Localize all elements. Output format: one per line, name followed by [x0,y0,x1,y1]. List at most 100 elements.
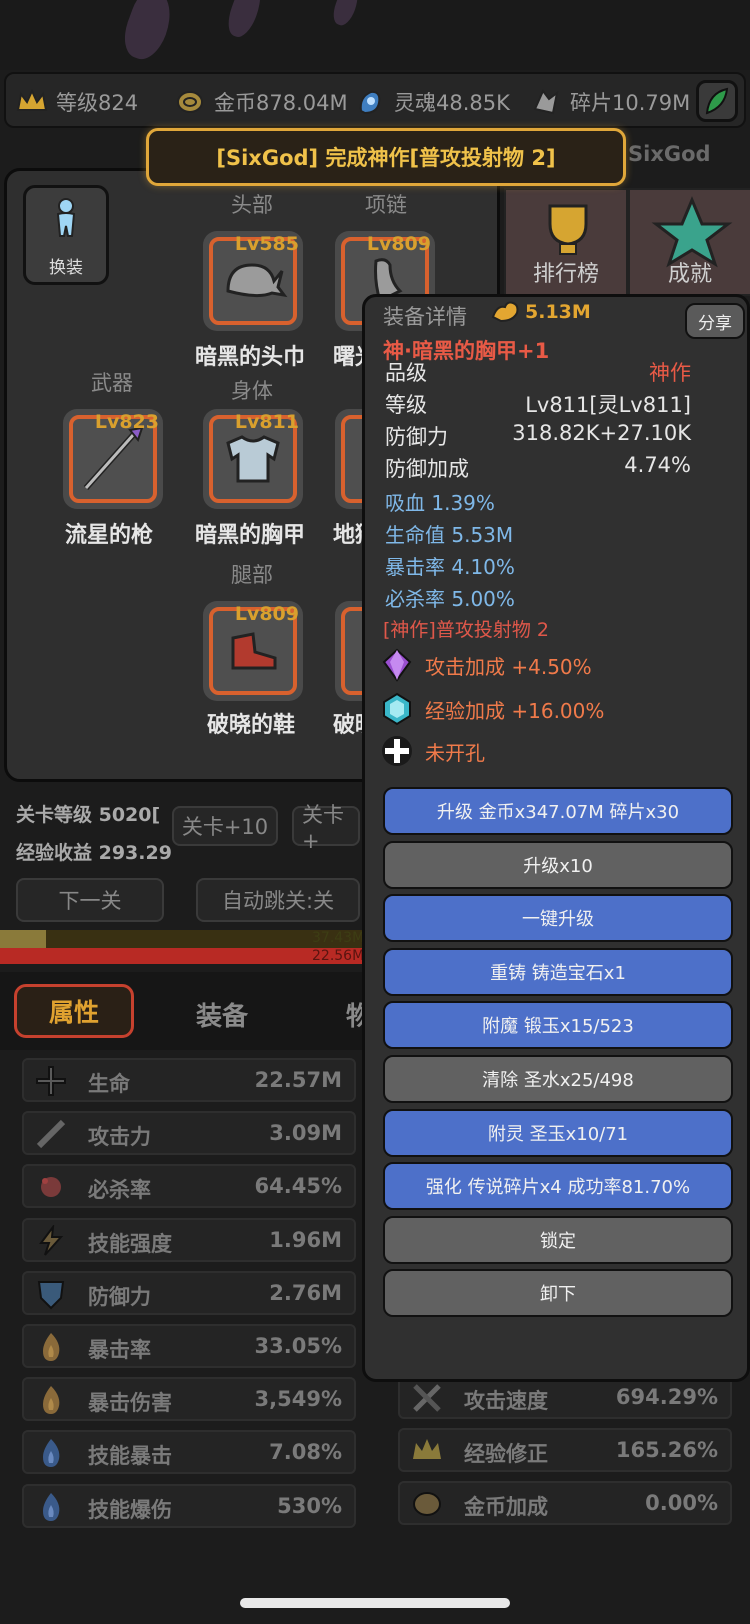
blue-fire-icon [34,1436,68,1470]
attribute-value: 530% [277,1493,342,1518]
equipment-slot-legs[interactable]: Lv809 [203,601,303,701]
attribute-row: 攻击力 3.09M [22,1111,356,1156]
helmet-icon [226,263,288,298]
detail-stat-crit: 暴击率 4.10% [385,555,515,579]
crown-icon [410,1434,444,1468]
crown-icon [14,86,50,118]
detail-power: 5.13M [491,299,591,325]
attribute-name: 必杀率 [88,1178,151,1203]
soul-icon [352,86,388,118]
attribute-name: 技能暴击 [88,1444,172,1469]
attribute-name: 暴击率 [88,1338,151,1362]
attribute-value: 3.09M [269,1121,342,1146]
attribute-name: 技能强度 [88,1231,172,1256]
tab-attributes[interactable]: 属性 [14,984,134,1038]
spirit-attach-button[interactable]: 附灵 圣玉x10/71 [383,1108,733,1157]
attribute-value: 1.96M [269,1227,342,1252]
ranking-tile[interactable]: 排行榜 [504,188,628,296]
fire-icon [34,1383,68,1417]
stage-plus10-button-2[interactable]: 关卡+ [292,803,360,853]
attribute-value: 3,549% [254,1387,342,1412]
equipment-slot-head[interactable]: Lv585 [203,231,303,331]
sword-icon [34,1117,68,1151]
attribute-name: 攻击速度 [464,1389,548,1413]
crack-decoration [117,0,179,65]
item-name-legs: 破晓的鞋 [207,713,296,738]
equipment-slot-weapon[interactable]: Lv823 [63,409,163,509]
achievement-tile[interactable]: 成就 [628,188,750,296]
auto-skip-toggle[interactable]: 自动跳关:关 [196,878,360,922]
enchant-button[interactable]: 附魔 锻玉x15/523 [383,1001,733,1050]
unequip-button[interactable]: 卸下 [383,1269,733,1318]
slot-label-weapon: 武器 [91,371,133,395]
attribute-row: 金币加成 0.00% [398,1481,732,1525]
one-click-upgrade-button[interactable]: 一键升级 [383,894,733,943]
swords-icon [410,1381,444,1415]
detail-stat-hp: 生命值 5.53M [385,523,514,547]
exp-progress-fill [0,930,46,948]
next-stage-button[interactable]: 下一关 [16,878,164,922]
attribute-value: 0.00% [645,1491,718,1515]
enhance-button[interactable]: 强化 传说碎片x4 成功率81.70% [383,1162,733,1211]
upgrade-x10-button[interactable]: 升级x10 [383,840,733,889]
attribute-value: 2.76M [269,1280,342,1305]
coin-icon [172,86,208,118]
lock-button[interactable]: 锁定 [383,1215,733,1264]
attribute-value: 7.08% [269,1440,342,1465]
tab-equipment[interactable]: 装备 [196,996,248,1033]
attribute-value: 22.57M [254,1068,342,1092]
item-name-head: 暗黑的头巾 [195,345,306,370]
home-indicator [240,1598,510,1608]
attribute-row: 暴击率 33.05% [22,1324,356,1368]
resource-gold: 金币878.04M [172,84,348,120]
attribute-value: 165.26% [615,1438,718,1462]
attribute-row: 暴击伤害 3,549% [22,1377,356,1422]
purple-gem-icon [379,647,415,683]
detail-defense-bonus-row: 防御加成 4.74% [385,453,691,481]
spear-icon [83,426,144,490]
item-name-body: 暗黑的胸甲 [195,523,306,548]
attribute-name: 攻击力 [88,1125,151,1150]
coin-icon [410,1487,444,1521]
attribute-value: 694.29% [615,1385,718,1409]
slot-label-legs: 腿部 [231,563,273,587]
attribute-row: 经验修正 165.26% [398,1428,732,1472]
cyan-gem-icon [379,691,415,727]
detail-level-row: 等级 Lv811[灵Lv811] [385,393,691,417]
lightning-icon [34,1224,68,1258]
slot-label-body: 身体 [231,379,273,403]
crack-decoration [329,0,363,29]
equipment-slot-body[interactable]: Lv811 [203,409,303,509]
blue-fire-icon [34,1490,68,1524]
attribute-row: 必杀率 64.45% [22,1164,356,1209]
gem-slot-2[interactable]: 经验加成 +16.00% [379,689,604,729]
detail-defense-row: 防御力 318.82K+27.10K [385,421,691,449]
attribute-row: 技能暴击 7.08% [22,1430,356,1475]
resource-shard: 碎片10.79M [528,84,690,120]
share-button[interactable]: 分享 [685,303,745,339]
attribute-row: 防御力 2.76M [22,1270,356,1315]
upgrade-button[interactable]: 升级 金币x347.07M 碎片x30 [383,787,733,835]
resource-level: 等级824 [14,84,138,120]
equipment-detail-popup: 装备详情 5.13M 分享 神·暗黑的胸甲+1 品级 神作 等级 Lv811[灵Lv… [362,294,750,1382]
gem-slot-1[interactable]: 攻击加成 +4.50% [379,645,592,685]
swap-outfit-button[interactable]: 换装 [23,185,109,285]
cross-icon [34,1064,68,1098]
reforge-button[interactable]: 重铸 铸造宝石x1 [383,947,733,996]
top-background [0,0,750,70]
fire-icon [34,1330,68,1364]
attribute-row: 生命 22.57M [22,1058,356,1102]
plus-icon [379,733,415,769]
gem-slot-3[interactable]: 未开孔 [379,731,485,771]
detail-grade-row: 品级 神作 [385,361,691,385]
attribute-name: 暴击伤害 [88,1391,172,1416]
attribute-name: 金币加成 [464,1495,548,1519]
attribute-row: 技能强度 1.96M [22,1217,356,1262]
stage-plus10-button[interactable]: 关卡+10 [172,806,278,846]
detail-masterwork: [神作]普攻投射物 2 [383,619,549,641]
resource-soul: 灵魂48.85K [352,84,510,120]
detail-title: 装备详情 [383,305,467,329]
leaf-menu-button[interactable] [696,80,738,122]
clear-button[interactable]: 清除 圣水x25/498 [383,1055,733,1103]
crack-decoration [222,0,268,41]
